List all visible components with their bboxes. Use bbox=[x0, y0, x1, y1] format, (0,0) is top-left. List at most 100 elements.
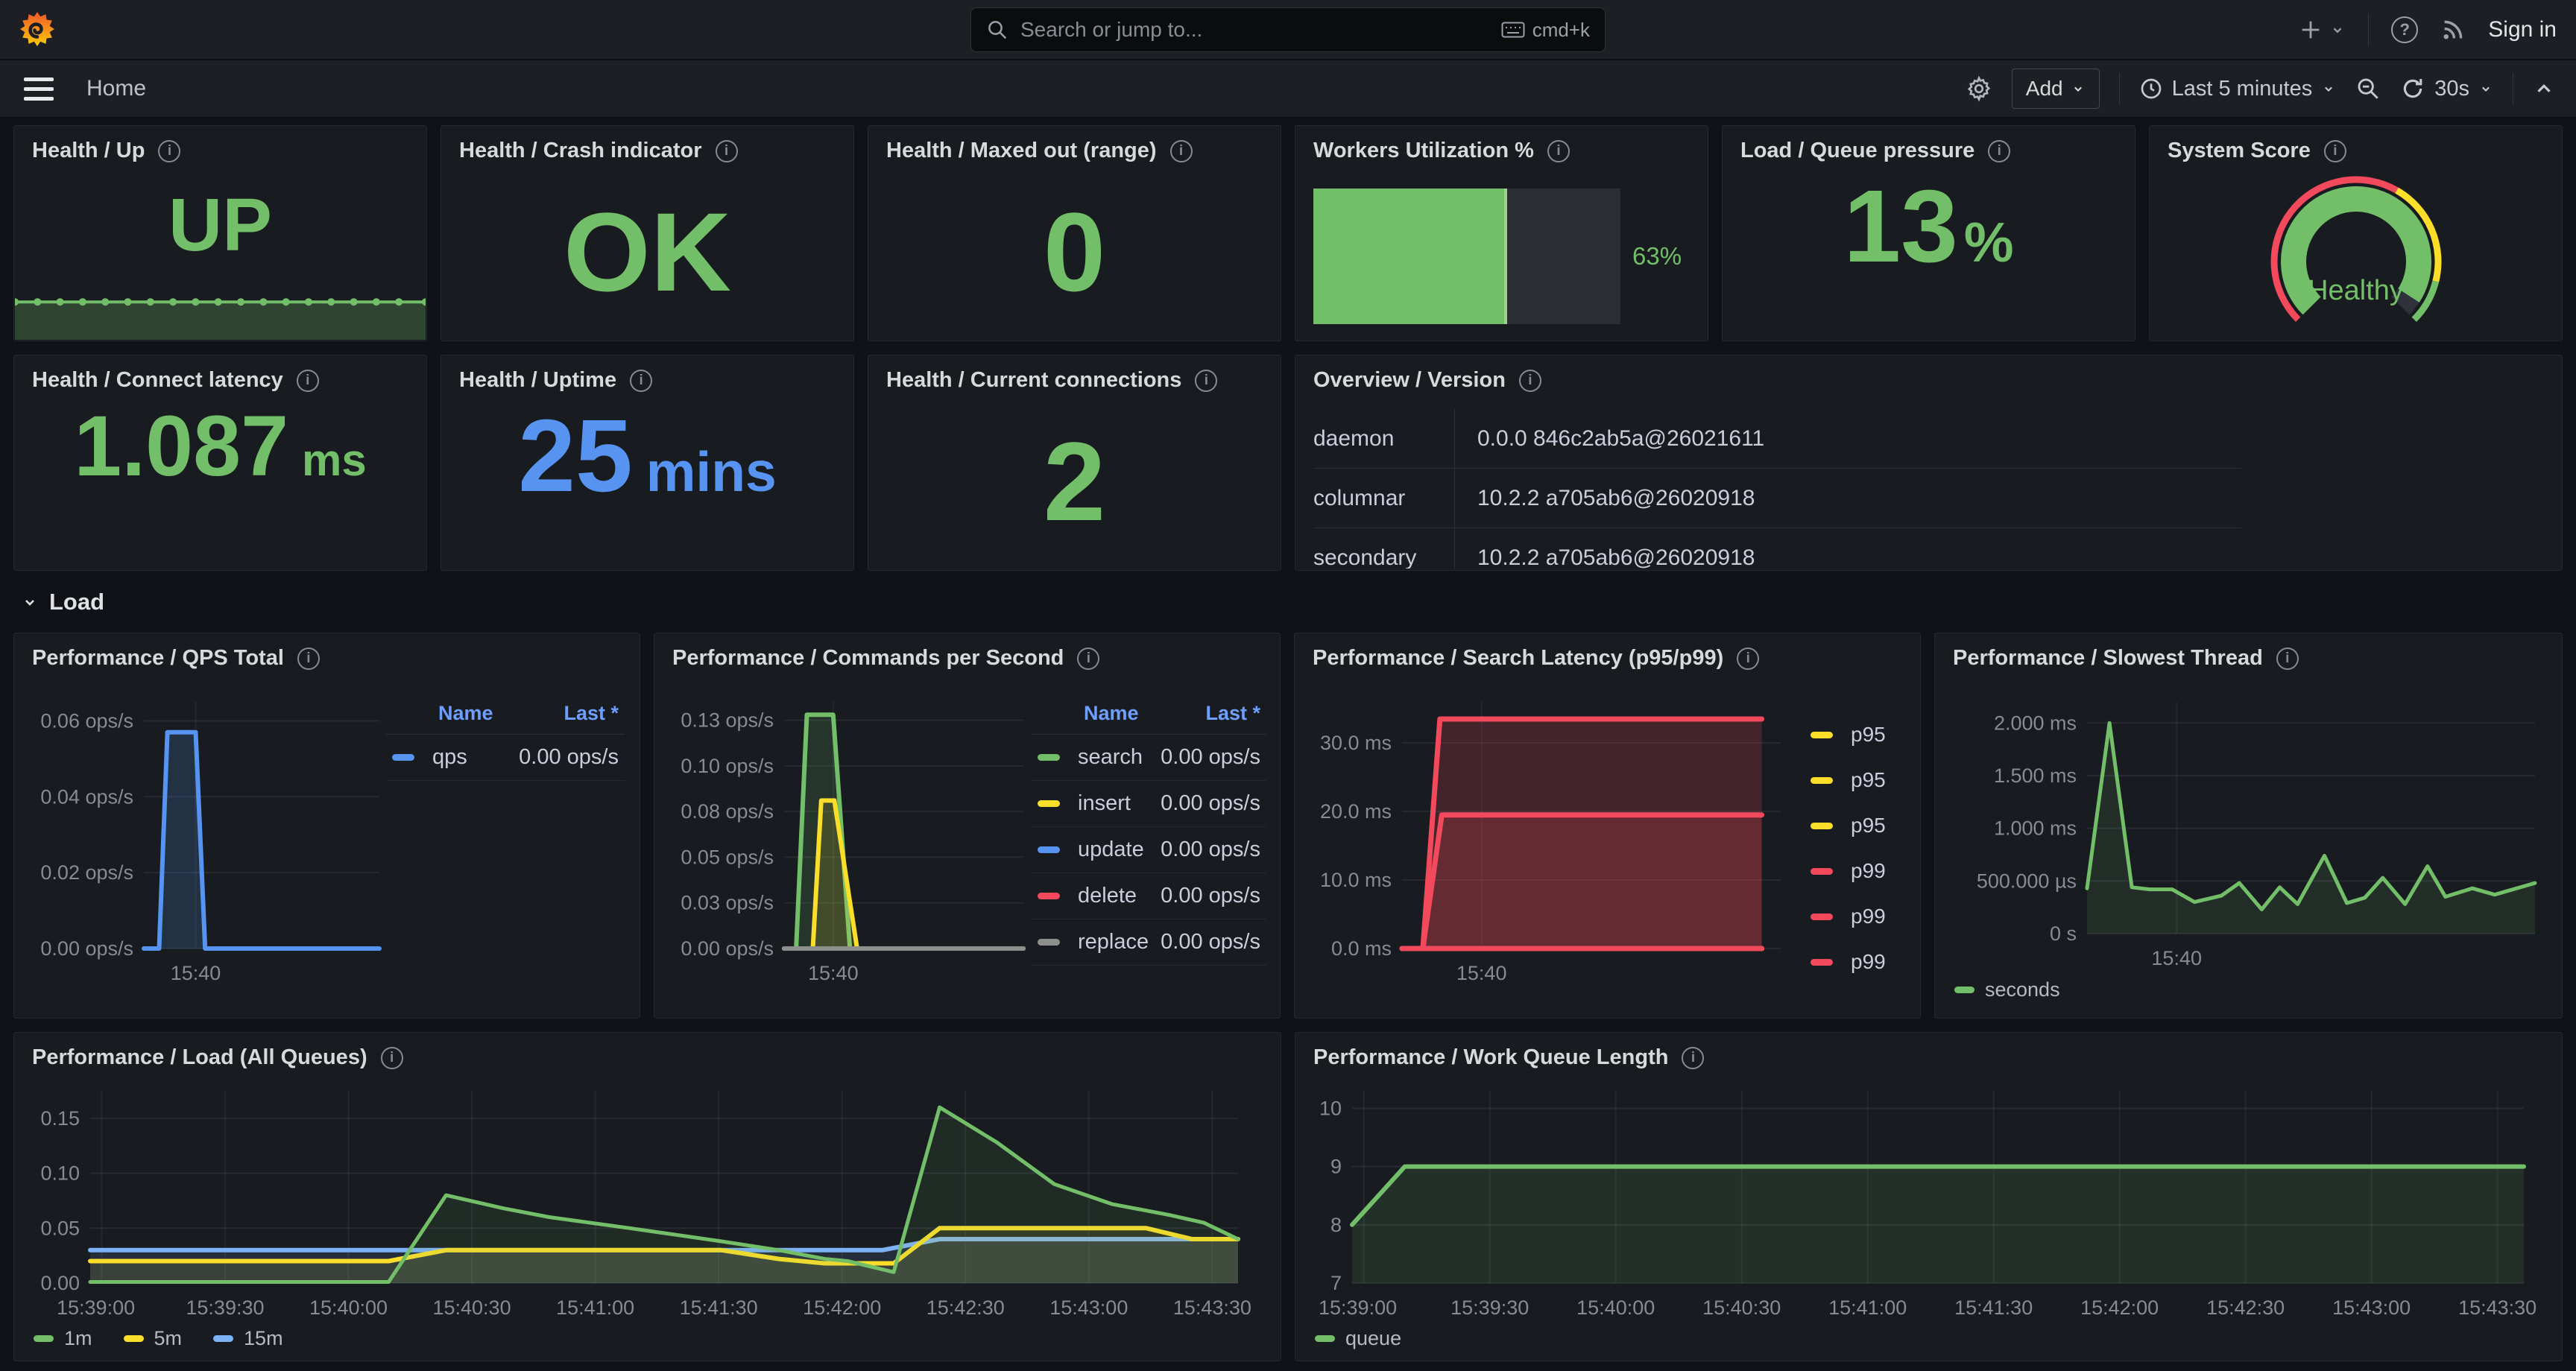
info-icon[interactable] bbox=[716, 140, 738, 162]
bar-gauge[interactable] bbox=[1313, 189, 1620, 324]
refresh-icon bbox=[2400, 76, 2425, 101]
info-icon[interactable] bbox=[1988, 140, 2010, 162]
legend-row[interactable]: search0.00 ops/s bbox=[1032, 735, 1266, 781]
panel-title[interactable]: Load / Queue pressure bbox=[1740, 139, 1974, 163]
series-color-chip bbox=[1038, 754, 1060, 761]
sparkline[interactable] bbox=[15, 286, 426, 340]
series-color-chip bbox=[1315, 1335, 1335, 1342]
panel-title[interactable]: Health / Connect latency bbox=[32, 368, 283, 393]
svg-text:15:42:30: 15:42:30 bbox=[926, 1296, 1005, 1319]
panel-title[interactable]: Performance / QPS Total bbox=[32, 646, 284, 671]
panel-system-score: System Score Healthy bbox=[2149, 125, 2563, 341]
info-icon[interactable] bbox=[1737, 647, 1759, 670]
legend-row[interactable]: delete0.00 ops/s bbox=[1032, 873, 1266, 919]
panel-title[interactable]: Performance / Search Latency (p95/p99) bbox=[1313, 646, 1723, 671]
work-queue-chart[interactable]: 7891015:39:0015:39:3015:40:0015:40:3015:… bbox=[1301, 1080, 2560, 1326]
panel-title[interactable]: Performance / Load (All Queues) bbox=[32, 1045, 367, 1070]
search-input[interactable] bbox=[1020, 18, 1489, 42]
svg-text:10: 10 bbox=[1319, 1097, 1342, 1119]
info-icon[interactable] bbox=[1195, 370, 1217, 392]
add-panel-button[interactable]: Add bbox=[2012, 69, 2100, 109]
info-icon[interactable] bbox=[1547, 140, 1570, 162]
legend-item[interactable]: queue bbox=[1315, 1327, 1401, 1350]
slowest-thread-chart[interactable]: 0 s500.000 µs1.000 ms1.500 ms2.000 ms15:… bbox=[1939, 691, 2554, 978]
help-icon[interactable] bbox=[2391, 16, 2418, 43]
legend-item[interactable]: p99 bbox=[1811, 858, 1886, 884]
series-color-chip bbox=[1038, 846, 1060, 853]
svg-text:7: 7 bbox=[1330, 1272, 1342, 1294]
panel-title[interactable]: Performance / Slowest Thread bbox=[1953, 646, 2263, 671]
svg-text:10.0 ms: 10.0 ms bbox=[1320, 869, 1392, 891]
legend-item[interactable]: p99 bbox=[1811, 949, 1886, 975]
svg-text:8: 8 bbox=[1330, 1214, 1342, 1236]
settings-gear-icon[interactable] bbox=[1966, 75, 1992, 102]
legend-col-name[interactable]: Name bbox=[1084, 702, 1139, 725]
panel-title[interactable]: Workers Utilization % bbox=[1313, 139, 1534, 163]
time-range-picker[interactable]: Last 5 minutes bbox=[2139, 77, 2337, 101]
legend-item[interactable]: p95 bbox=[1811, 767, 1886, 794]
info-icon[interactable] bbox=[1077, 647, 1099, 670]
legend-item[interactable]: 15m bbox=[213, 1327, 283, 1350]
legend-row[interactable]: qps0.00 ops/s bbox=[386, 735, 625, 781]
row-load-toggle[interactable]: Load bbox=[21, 589, 104, 615]
legend-col-last[interactable]: Last * bbox=[564, 702, 619, 725]
panel-title[interactable]: Performance / Commands per Second bbox=[672, 646, 1064, 671]
add-new-button[interactable] bbox=[2298, 17, 2346, 42]
info-icon[interactable] bbox=[1682, 1047, 1704, 1069]
info-icon[interactable] bbox=[1519, 370, 1541, 392]
collapse-toolbar-icon[interactable] bbox=[2533, 77, 2555, 100]
legend-item[interactable]: p99 bbox=[1811, 903, 1886, 930]
sign-in-button[interactable]: Sign in bbox=[2488, 17, 2557, 42]
panel-title[interactable]: Health / Current connections bbox=[886, 368, 1181, 393]
commands-chart[interactable]: 0.00 ops/s0.03 ops/s0.05 ops/s0.08 ops/s… bbox=[659, 691, 1035, 990]
breadcrumb[interactable]: Home bbox=[86, 76, 146, 101]
news-rss-icon[interactable] bbox=[2440, 17, 2466, 42]
legend-item[interactable]: seconds bbox=[1954, 978, 2060, 1001]
load-chart[interactable]: 0.000.050.100.1515:39:0015:39:3015:40:00… bbox=[20, 1080, 1274, 1326]
legend-col-name[interactable]: Name bbox=[438, 702, 493, 725]
series-color-chip bbox=[1811, 732, 1833, 738]
legend-table: Name Last * qps0.00 ops/s bbox=[386, 702, 625, 781]
svg-text:0.0 ms: 0.0 ms bbox=[1331, 937, 1392, 960]
panel-title[interactable]: Health / Uptime bbox=[459, 368, 616, 393]
legend-item[interactable]: p95 bbox=[1811, 812, 1886, 839]
zoom-out-icon[interactable] bbox=[2355, 76, 2381, 101]
legend-item[interactable]: 5m bbox=[124, 1327, 183, 1350]
qps-chart[interactable]: 0.00 ops/s0.02 ops/s0.04 ops/s0.06 ops/s… bbox=[19, 691, 391, 990]
dashboard-toolbar: Home Add Last 5 minutes 30s bbox=[0, 60, 2576, 118]
svg-text:0.08 ops/s: 0.08 ops/s bbox=[681, 800, 774, 823]
table-row: daemon 0.0.0 846c2ab5a@26021611 bbox=[1313, 409, 2241, 469]
info-icon[interactable] bbox=[630, 370, 652, 392]
panel-title[interactable]: Health / Maxed out (range) bbox=[886, 139, 1157, 163]
legend-item[interactable]: 1m bbox=[34, 1327, 92, 1350]
info-icon[interactable] bbox=[2324, 140, 2346, 162]
menu-icon[interactable] bbox=[24, 77, 54, 101]
series-color-chip bbox=[1811, 868, 1833, 875]
legend-col-last[interactable]: Last * bbox=[1205, 702, 1260, 725]
panel-title[interactable]: Performance / Work Queue Length bbox=[1313, 1045, 1668, 1070]
grafana-logo-icon[interactable] bbox=[19, 11, 55, 47]
info-icon[interactable] bbox=[2276, 647, 2299, 670]
info-icon[interactable] bbox=[297, 370, 319, 392]
legend-row[interactable]: replace0.00 ops/s bbox=[1032, 919, 1266, 966]
panel-title[interactable]: Health / Up bbox=[32, 139, 145, 163]
latency-chart[interactable]: 0.0 ms10.0 ms20.0 ms30.0 ms15:40 bbox=[1299, 691, 1791, 990]
info-icon[interactable] bbox=[297, 647, 320, 670]
panel-connect-latency: Health / Connect latency 1.087ms bbox=[13, 355, 427, 571]
legend-row[interactable]: insert0.00 ops/s bbox=[1032, 781, 1266, 827]
panel-title[interactable]: System Score bbox=[2168, 139, 2311, 163]
info-icon[interactable] bbox=[381, 1047, 403, 1069]
svg-text:15:42:00: 15:42:00 bbox=[2080, 1296, 2159, 1319]
refresh-picker[interactable]: 30s bbox=[2400, 76, 2493, 101]
info-icon[interactable] bbox=[158, 140, 180, 162]
legend-item[interactable]: p95 bbox=[1811, 721, 1886, 748]
panel-title[interactable]: Health / Crash indicator bbox=[459, 139, 702, 163]
legend-row[interactable]: update0.00 ops/s bbox=[1032, 827, 1266, 873]
panel-title[interactable]: Overview / Version bbox=[1313, 368, 1506, 393]
panel-crash-indicator: Health / Crash indicator OK bbox=[441, 125, 854, 341]
search-box[interactable]: cmd+k bbox=[970, 7, 1606, 52]
info-icon[interactable] bbox=[1170, 140, 1193, 162]
stat-value: 0 bbox=[1044, 188, 1105, 317]
stat-unit: ms bbox=[302, 434, 367, 486]
system-score-gauge[interactable] bbox=[2233, 165, 2479, 338]
